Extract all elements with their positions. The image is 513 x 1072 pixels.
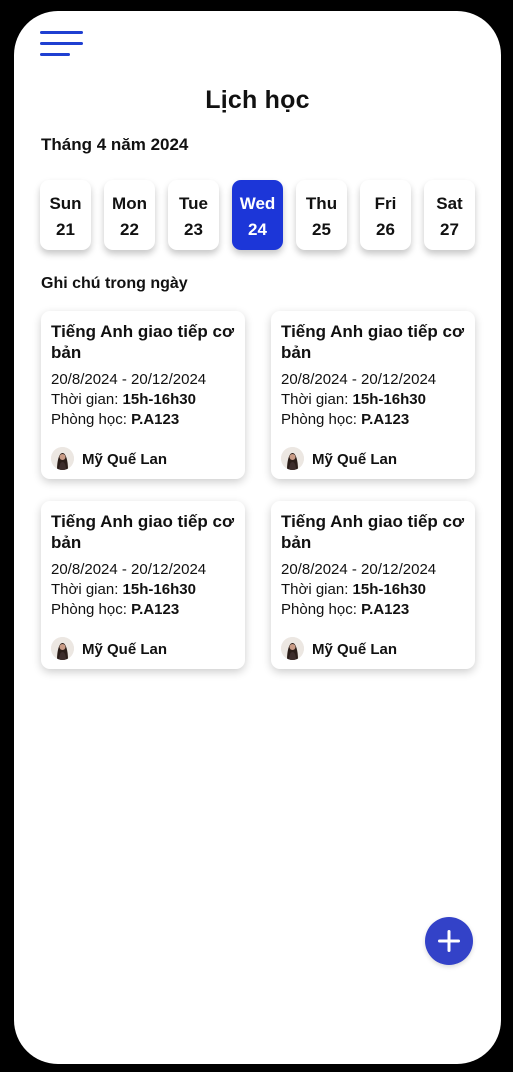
class-dates: 20/8/2024 - 20/12/2024 (281, 371, 437, 388)
class-room: Phòng học: P.A123 (281, 411, 409, 428)
plus-icon (438, 930, 460, 952)
teacher-name: Mỹ Quế Lan (82, 451, 168, 468)
class-card[interactable]: Tiếng Anh giao tiếp cơ bản 20/8/2024 - 2… (41, 311, 245, 479)
class-room: Phòng học: P.A123 (51, 411, 179, 428)
add-note-button[interactable] (425, 917, 473, 965)
class-card[interactable]: Tiếng Anh giao tiếp cơ bản 20/8/2024 - 2… (41, 501, 245, 669)
class-card[interactable]: Tiếng Anh giao tiếp cơ bản 20/8/2024 - 2… (271, 311, 475, 479)
room-value: P.A123 (131, 411, 180, 428)
day-date: 27 (440, 220, 459, 239)
menu-line (40, 31, 83, 34)
time-label: Thời gian: (51, 581, 119, 598)
day-sun[interactable]: Sun 21 (40, 180, 91, 250)
class-time: Thời gian: 15h-16h30 (281, 391, 426, 408)
day-tue[interactable]: Tue 23 (168, 180, 219, 250)
month-label: Tháng 4 năm 2024 (41, 135, 189, 154)
teacher-avatar (281, 447, 304, 470)
time-value: 15h-16h30 (352, 391, 426, 408)
day-name: Thu (305, 194, 338, 213)
day-sat[interactable]: Sat 27 (424, 180, 475, 250)
day-thu[interactable]: Thu 25 (296, 180, 347, 250)
room-label: Phòng học: (51, 601, 127, 618)
teacher-avatar (51, 637, 74, 660)
menu-line (40, 53, 70, 56)
week-day-selector: Sun 21 Mon 22 Tue 23 Wed 24 Thu 25 Fri 2… (40, 180, 475, 250)
teacher-name: Mỹ Quế Lan (312, 451, 398, 468)
room-value: P.A123 (361, 411, 410, 428)
class-time: Thời gian: 15h-16h30 (281, 581, 426, 598)
room-label: Phòng học: (281, 601, 357, 618)
class-title: Tiếng Anh giao tiếp cơ bản (281, 512, 465, 552)
time-label: Thời gian: (51, 391, 119, 408)
class-time: Thời gian: 15h-16h30 (51, 391, 196, 408)
teacher-name: Mỹ Quế Lan (82, 641, 168, 658)
menu-line (40, 42, 83, 45)
time-value: 15h-16h30 (122, 391, 196, 408)
day-name: Tue (179, 194, 208, 213)
day-date: 25 (312, 220, 331, 239)
day-date: 21 (56, 220, 75, 239)
day-date: 26 (376, 220, 395, 239)
class-card[interactable]: Tiếng Anh giao tiếp cơ bản 20/8/2024 - 2… (271, 501, 475, 669)
day-wed-selected[interactable]: Wed 24 (232, 180, 283, 250)
class-dates: 20/8/2024 - 20/12/2024 (51, 371, 207, 388)
day-name: Wed (239, 194, 276, 213)
teacher-avatar (281, 637, 304, 660)
phone-screen: Lịch học Tháng 4 năm 2024 Sun 21 Mon 22 … (14, 11, 501, 1064)
class-title: Tiếng Anh giao tiếp cơ bản (51, 322, 235, 362)
time-label: Thời gian: (281, 581, 349, 598)
day-name: Fri (374, 194, 397, 213)
day-name: Sat (436, 194, 463, 213)
day-mon[interactable]: Mon 22 (104, 180, 155, 250)
teacher-avatar (51, 447, 74, 470)
class-dates: 20/8/2024 - 20/12/2024 (51, 561, 207, 578)
day-fri[interactable]: Fri 26 (360, 180, 411, 250)
teacher-name: Mỹ Quế Lan (312, 641, 398, 658)
room-value: P.A123 (361, 601, 410, 618)
class-title: Tiếng Anh giao tiếp cơ bản (51, 512, 235, 552)
time-label: Thời gian: (281, 391, 349, 408)
day-name: Sun (49, 194, 82, 213)
page-title: Lịch học (205, 86, 310, 114)
hamburger-menu-icon[interactable] (40, 31, 84, 59)
room-label: Phòng học: (51, 411, 127, 428)
room-label: Phòng học: (281, 411, 357, 428)
class-time: Thời gian: 15h-16h30 (51, 581, 196, 598)
daily-notes-heading: Ghi chú trong ngày (41, 275, 188, 292)
time-value: 15h-16h30 (352, 581, 426, 598)
day-date: 24 (248, 220, 267, 239)
room-value: P.A123 (131, 601, 180, 618)
class-room: Phòng học: P.A123 (281, 601, 409, 618)
class-room: Phòng học: P.A123 (51, 601, 179, 618)
class-title: Tiếng Anh giao tiếp cơ bản (281, 322, 465, 362)
day-date: 22 (120, 220, 139, 239)
day-date: 23 (184, 220, 203, 239)
class-dates: 20/8/2024 - 20/12/2024 (281, 561, 437, 578)
day-name: Mon (112, 194, 147, 213)
time-value: 15h-16h30 (122, 581, 196, 598)
